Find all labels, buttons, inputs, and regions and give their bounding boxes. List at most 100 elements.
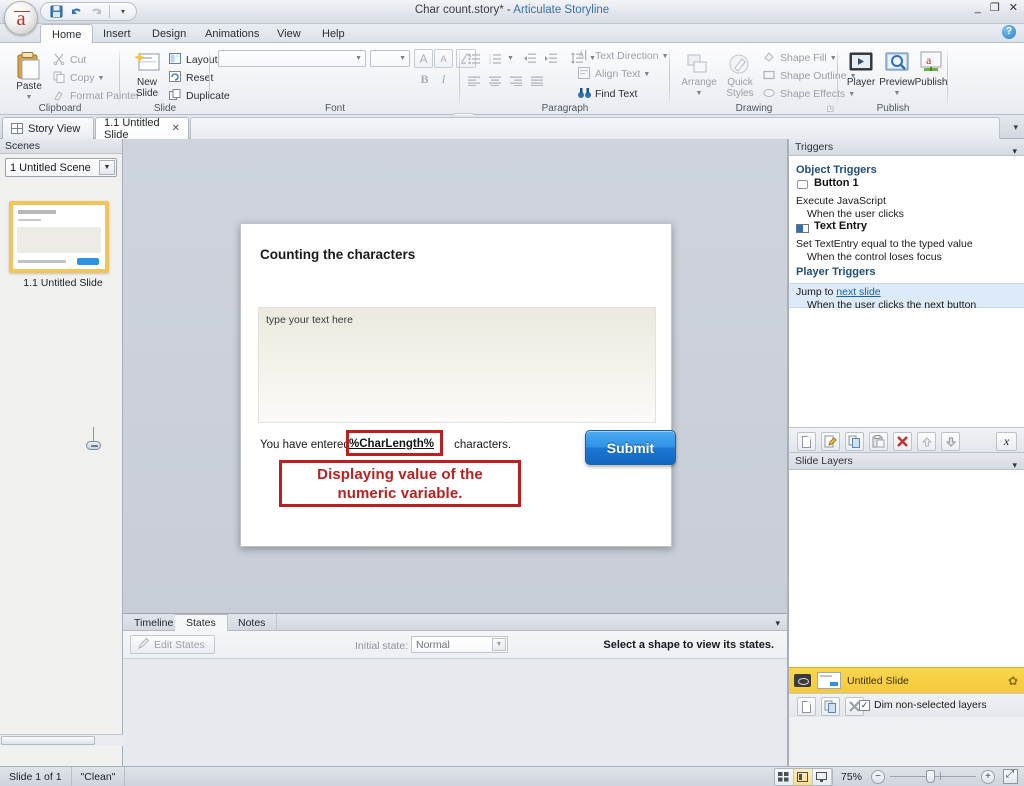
trigger-3-target-link[interactable]: next slide [836, 286, 880, 298]
view-normal-button[interactable] [774, 768, 794, 785]
font-name-dropdown-icon[interactable]: ▼ [355, 55, 362, 62]
cut-button[interactable]: Cut [53, 53, 86, 67]
minimize-button[interactable]: _ [975, 3, 981, 14]
new-trigger-button[interactable] [797, 432, 816, 451]
tab-view[interactable]: View [266, 24, 312, 43]
slide-thumbnail[interactable] [9, 201, 109, 273]
slide-thumbnail-item[interactable]: 1.1 Untitled Slide [9, 201, 117, 289]
trigger-1-action[interactable]: Execute JavaScript [796, 195, 886, 207]
submit-button[interactable]: Submit [585, 430, 676, 465]
chevron-down-icon[interactable]: ▼ [99, 160, 115, 175]
text-direction-dropdown-icon[interactable]: ▼ [662, 53, 669, 60]
visibility-icon[interactable] [794, 674, 811, 687]
shape-fill-dropdown-icon[interactable]: ▼ [830, 55, 837, 62]
help-icon[interactable]: ? [1002, 25, 1016, 39]
slide-layers-list[interactable]: Untitled Slide ✿ [789, 470, 1024, 693]
dim-nonselected-layers-checkbox[interactable]: ✓ Dim non-selected layers [859, 699, 987, 711]
justify-button[interactable] [528, 71, 547, 90]
trigger-3-action[interactable]: Jump to next slide [796, 286, 881, 298]
tab-home[interactable]: Home [40, 24, 94, 44]
tab-animations[interactable]: Animations [194, 24, 270, 43]
delete-trigger-button[interactable] [893, 432, 912, 451]
scenes-horizontal-scrollbar[interactable] [0, 734, 123, 746]
arrange-dropdown-icon[interactable]: ▼ [696, 88, 703, 99]
align-right-button[interactable] [507, 71, 526, 90]
slide-layers-panel-header[interactable]: Slide Layers ▾ [789, 453, 1024, 470]
zoom-track[interactable] [890, 770, 976, 783]
numbering-button[interactable]: 123 [486, 49, 505, 68]
drawing-dialog-launcher[interactable]: ◳ [826, 104, 834, 113]
scrollbar-thumb[interactable] [1, 736, 95, 745]
align-text-button[interactable]: Align Text ▼ [578, 67, 650, 81]
find-text-button[interactable]: Find Text [578, 87, 637, 101]
preview-dropdown-icon[interactable]: ▼ [894, 88, 901, 99]
variable-reference[interactable]: %CharLength% [349, 438, 434, 450]
font-name-input[interactable]: ▼ [218, 50, 366, 67]
edit-trigger-button[interactable] [821, 432, 840, 451]
shape-fill-button[interactable]: Shape Fill ▼ [763, 51, 837, 65]
tab-insert[interactable]: Insert [92, 24, 142, 43]
copy-trigger-button[interactable] [845, 432, 864, 451]
initial-state-select[interactable]: Normal ▼ [411, 636, 508, 653]
text-entry-field[interactable]: type your text here [258, 307, 656, 423]
bold-button[interactable]: B [415, 70, 434, 89]
trigger-object-text-entry[interactable]: Text Entry [814, 220, 867, 232]
slide-heading[interactable]: Counting the characters [260, 247, 415, 262]
chevron-down-icon[interactable]: ▼ [492, 638, 506, 651]
zoom-thumb[interactable] [926, 770, 935, 783]
arrange-button[interactable]: Arrange ▼ [678, 53, 720, 99]
view-slide-button[interactable] [812, 768, 832, 785]
tab-design[interactable]: Design [141, 24, 197, 43]
preview-button[interactable]: Preview ▼ [878, 51, 916, 99]
numbering-dropdown-icon[interactable]: ▼ [507, 55, 514, 62]
layer-row-untitled-slide[interactable]: Untitled Slide ✿ [789, 667, 1024, 693]
trigger-2-action[interactable]: Set TextEntry equal to the typed value [796, 238, 973, 250]
new-layer-button[interactable] [797, 697, 816, 716]
zoom-slider[interactable]: − + [871, 769, 995, 784]
bullets-button[interactable] [465, 49, 484, 68]
copy-dropdown-icon[interactable]: ▼ [98, 75, 105, 82]
gear-icon[interactable]: ✿ [1008, 674, 1018, 688]
text-direction-button[interactable]: A Text Direction ▼ [578, 49, 669, 63]
zoom-out-button[interactable]: − [871, 769, 885, 784]
checkbox-icon[interactable]: ✓ [859, 699, 870, 711]
zoom-in-button[interactable]: + [981, 769, 995, 784]
grow-font-button[interactable]: A [414, 49, 433, 68]
variables-button[interactable]: x [996, 432, 1017, 451]
align-text-dropdown-icon[interactable]: ▼ [643, 71, 650, 78]
view-layout-button[interactable] [793, 768, 813, 785]
slide-stage[interactable]: Counting the characters type your text h… [240, 223, 676, 547]
increase-indent-button[interactable] [542, 49, 561, 68]
shrink-font-button[interactable]: A [434, 49, 453, 68]
fit-to-window-button[interactable] [1003, 769, 1018, 784]
move-down-button[interactable] [941, 432, 960, 451]
font-size-input[interactable]: ▼ [370, 50, 410, 67]
chevron-down-icon[interactable]: ▾ [1013, 122, 1018, 133]
tab-notes[interactable]: Notes [227, 614, 278, 631]
align-left-button[interactable] [465, 71, 484, 90]
tab-states[interactable]: States [175, 614, 228, 631]
paste-dropdown-icon[interactable]: ▼ [26, 92, 33, 103]
publish-button[interactable]: a Publish [914, 51, 948, 88]
duplicate-layer-button[interactable] [821, 697, 840, 716]
slide-canvas[interactable]: Counting the characters type your text h… [123, 139, 788, 633]
tab-story-view[interactable]: Story View [2, 117, 94, 139]
triggers-panel-header[interactable]: Triggers ▾ [789, 139, 1024, 156]
chevron-down-icon[interactable]: ▾ [775, 618, 780, 629]
edit-states-button[interactable]: Edit States [130, 635, 215, 654]
application-menu-orb[interactable]: a [4, 1, 38, 35]
tab-untitled-slide[interactable]: 1.1 Untitled Slide ✕ [95, 117, 189, 141]
paste-trigger-button[interactable] [869, 432, 888, 451]
restore-button[interactable]: ❐ [990, 3, 1000, 14]
triggers-list[interactable]: Object Triggers Button 1 Execute JavaScr… [789, 156, 1024, 427]
font-size-dropdown-icon[interactable]: ▼ [399, 55, 406, 62]
player-button[interactable]: Player [843, 51, 879, 88]
align-center-button[interactable] [486, 71, 505, 90]
close-button[interactable]: ✕ [1009, 3, 1018, 14]
close-icon[interactable]: ✕ [172, 123, 180, 134]
scene-selector[interactable]: 1 Untitled Scene ▼ [5, 158, 117, 177]
trigger-object-button1[interactable]: Button 1 [814, 177, 859, 189]
copy-button[interactable]: Copy ▼ [53, 71, 104, 85]
reset-button[interactable]: Reset [169, 71, 213, 85]
decrease-indent-button[interactable] [521, 49, 540, 68]
